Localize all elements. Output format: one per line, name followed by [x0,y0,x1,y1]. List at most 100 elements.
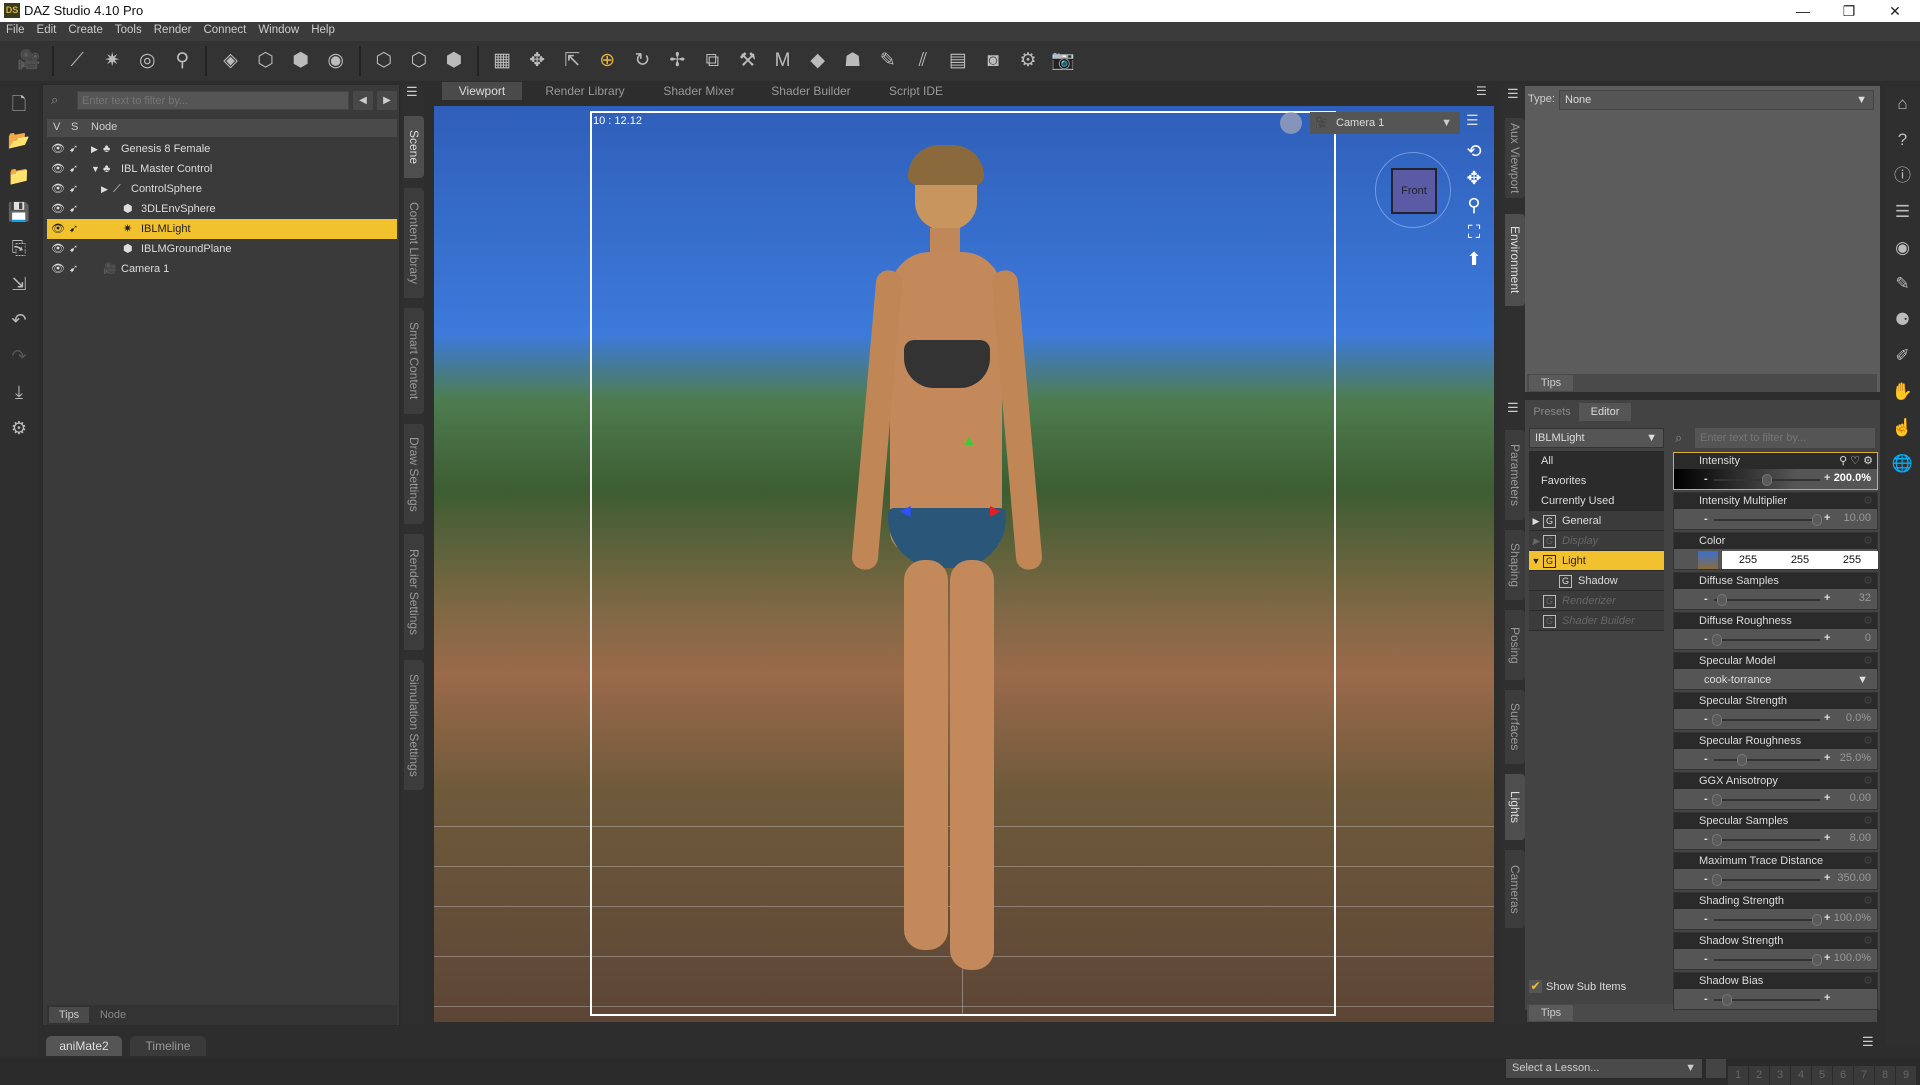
orbit-icon[interactable]: ⟲ [1462,138,1486,165]
scene-node-row[interactable]: 👁 ➹ ▶ ⟋ ControlSphere [47,179,397,199]
property-value[interactable]: 100.0% [1834,952,1871,964]
globe-edit-icon[interactable]: 🌐 [1885,446,1920,482]
new-plane-icon[interactable]: ◉ [320,45,352,77]
draw-style-icon[interactable] [1280,112,1302,134]
nav-back-button[interactable]: ◀ [353,91,373,110]
expand-toggle-icon[interactable]: ▶ [1529,511,1543,531]
property-maximum-trace-distance[interactable]: Maximum Trace Distance ⚙ - +350.00 [1673,852,1878,890]
new-group-icon[interactable]: ⬢ [285,45,317,77]
light-group-item[interactable]: ▶ G Display [1529,531,1664,551]
tab-viewport[interactable]: Viewport [442,82,522,100]
figure-edit-icon[interactable]: ✎ [1885,266,1920,302]
menu-render[interactable]: Render [148,22,198,36]
tab-script-ide[interactable]: Script IDE [866,82,966,100]
property-intensity[interactable]: Intensity ⚲ ♡ ⚙ - +200.0% [1673,452,1878,490]
figure-tool-icon[interactable]: ◆ [802,45,834,77]
tab-surfaces[interactable]: Surfaces [1505,690,1525,764]
gear-icon[interactable]: ⚙ [1863,694,1873,707]
tab-lights[interactable]: Lights [1505,774,1525,840]
decrement-icon[interactable]: - [1704,953,1708,965]
slider-knob[interactable] [1812,914,1822,926]
slider-knob[interactable] [1712,714,1722,726]
column-node[interactable]: Node [91,121,117,133]
decrement-icon[interactable]: - [1704,833,1708,845]
specular-model-select[interactable]: cook-torrance ▼ [1698,671,1874,689]
translate-tool-icon[interactable]: ↻ [626,45,658,77]
property-color[interactable]: Color ⚙ 255 255 255 [1673,532,1878,570]
slider-track[interactable] [1714,759,1820,761]
light-group-item[interactable]: ▶ G General [1529,511,1664,531]
minimize-button[interactable]: — [1780,0,1826,22]
property-diffuse-samples[interactable]: Diffuse Samples ⚙ - +32 [1673,572,1878,610]
type-select[interactable]: None ▼ [1559,90,1874,110]
tab-node[interactable]: Node [93,1007,133,1023]
menu-edit[interactable]: Edit [31,22,63,36]
export-icon[interactable]: ⇲ [0,266,38,302]
gear-icon[interactable]: ⚙ [1863,974,1873,987]
selectable-arrow-icon[interactable]: ➹ [69,259,78,279]
increment-icon[interactable]: + [1824,992,1830,1004]
menu-window[interactable]: Window [252,22,305,36]
slider-track[interactable] [1714,799,1820,801]
color-channel-value[interactable]: 255 [1774,551,1826,569]
increment-icon[interactable]: + [1824,712,1830,724]
new-camera-icon[interactable]: 🎥 [13,45,45,77]
slider-knob[interactable] [1712,634,1722,646]
new-group-node-icon[interactable]: ⬡ [403,45,435,77]
property-value[interactable]: 0.00 [1850,792,1871,804]
figure-genesis-8-female[interactable]: ▲ ◀ ▶ [820,140,1060,990]
new-proxy-icon[interactable]: ⬢ [438,45,470,77]
decrement-icon[interactable]: - [1704,873,1708,885]
new-distant-light-icon[interactable]: ⟋ [61,45,93,77]
property-ggx-anisotropy[interactable]: GGX Anisotropy ⚙ - +0.00 [1673,772,1878,810]
visibility-eye-icon[interactable]: 👁 [51,159,65,179]
gear-icon[interactable]: ⚙ [1863,934,1873,947]
increment-icon[interactable]: + [1824,632,1830,644]
property-value[interactable]: 200.0% [1834,472,1871,484]
tab-shaping[interactable]: Shaping [1505,530,1525,600]
undo-icon[interactable]: ↶ [0,302,38,338]
lights-panel-menu-icon[interactable]: ☰ [1507,400,1519,416]
lesson-step-button[interactable]: 8 [1875,1066,1895,1085]
gear-icon[interactable]: ⚙ [1863,814,1873,827]
frame-icon[interactable]: ⛶ [1462,219,1486,246]
selectable-arrow-icon[interactable]: ➹ [69,179,78,199]
scale-tool-icon[interactable]: ✢ [661,45,693,77]
gear-icon[interactable]: ⚙ [1863,614,1873,627]
property-value[interactable]: 100.0% [1834,912,1871,924]
property-specular-roughness[interactable]: Specular Roughness ⚙ - +25.0% [1673,732,1878,770]
slider-knob[interactable] [1712,834,1722,846]
lesson-select[interactable]: Select a Lesson... ▼ [1506,1059,1702,1078]
selectable-arrow-icon[interactable]: ➹ [69,139,78,159]
gizmo-z-icon[interactable]: ▶ [990,502,1001,519]
tab-tips[interactable]: Tips [1529,1005,1573,1021]
lesson-step-button[interactable]: 6 [1833,1066,1853,1085]
slider-track[interactable] [1714,959,1820,961]
selectable-arrow-icon[interactable]: ➹ [69,159,78,179]
scene-node-row[interactable]: 👁 ➹ ⬢ IBLMGroundPlane [47,239,397,259]
slider-track[interactable] [1714,719,1820,721]
light-group-item[interactable]: Favorites [1529,471,1664,491]
visibility-eye-icon[interactable]: 👁 [51,239,65,259]
decrement-icon[interactable]: - [1704,713,1708,725]
increment-icon[interactable]: + [1824,952,1830,964]
decrement-icon[interactable]: - [1704,753,1708,765]
decrement-icon[interactable]: - [1704,633,1708,645]
lesson-step-button[interactable]: 1 [1728,1066,1748,1085]
open-icon[interactable]: 📂 [0,122,38,158]
search-icon[interactable]: ⌕ [1675,430,1682,446]
slider-track[interactable] [1714,839,1820,841]
gear-icon[interactable]: ⚙ [1863,574,1873,587]
property-filter-input[interactable] [1695,428,1875,448]
viewport-panel-menu-icon[interactable]: ☰ [1476,82,1492,100]
ds-home-icon[interactable]: ⌂ [1885,86,1920,122]
column-selectable[interactable]: S [71,121,78,133]
decrement-icon[interactable]: - [1704,513,1708,525]
decrement-icon[interactable]: - [1704,993,1708,1005]
scene-node-row[interactable]: 👁 ➹ 🎥 Camera 1 [47,259,397,279]
increment-icon[interactable]: + [1824,792,1830,804]
scene-node-row[interactable]: 👁 ➹ ⬢ 3DLEnvSphere [47,199,397,219]
target-icon[interactable]: ◉ [1885,230,1920,266]
scene-node-row[interactable]: 👁 ➹ ✷ IBLMLight [47,219,397,239]
slider-knob[interactable] [1717,594,1727,606]
